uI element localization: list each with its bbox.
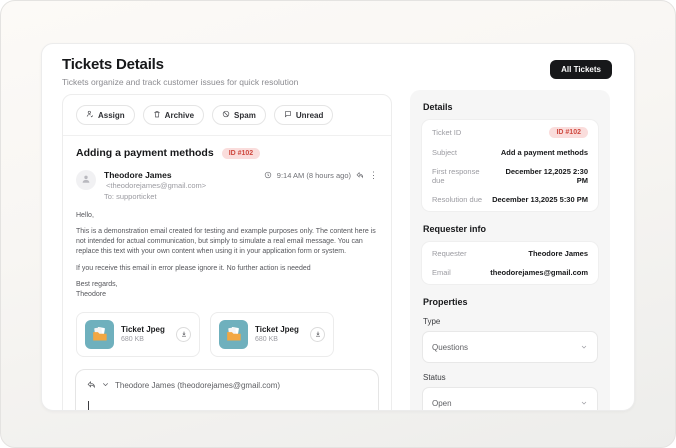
properties-heading: Properties <box>423 297 598 307</box>
spam-button[interactable]: Spam <box>212 105 266 125</box>
reply-icon[interactable] <box>356 171 364 181</box>
assign-label: Assign <box>98 111 125 120</box>
row-value: Add a payment methods <box>501 148 588 157</box>
ticket-id-badge: ID #102 <box>549 127 588 138</box>
detail-row-resolution-due: Resolution due December 13,2025 5:30 PM <box>422 190 598 209</box>
requester-row-name: Requester Theodore James <box>422 244 598 263</box>
download-button[interactable] <box>310 327 325 342</box>
email-thread-card: Assign Archive Spam Unread Adding a paym… <box>62 94 392 411</box>
status-label: Status <box>423 373 597 382</box>
requester-info-heading: Requester info <box>423 224 598 234</box>
download-button[interactable] <box>176 327 191 342</box>
status-select[interactable]: Open <box>422 387 598 411</box>
more-menu-icon[interactable]: ⋮ <box>369 170 378 181</box>
body-paragraph-2: If you receive this email in error pleas… <box>76 264 378 274</box>
attachment-card[interactable]: Ticket Jpeg 680 KB <box>210 312 334 357</box>
email-subject: Adding a payment methods <box>76 147 214 159</box>
clock-icon <box>264 171 272 181</box>
type-select[interactable]: Questions <box>422 331 598 363</box>
body-greeting: Hello, <box>76 211 378 221</box>
tickets-details-card: Tickets Details Tickets organize and tra… <box>41 43 635 411</box>
archive-button[interactable]: Archive <box>143 105 204 125</box>
app-frame: Tickets Details Tickets organize and tra… <box>0 0 676 448</box>
subject-row: Adding a payment methods ID #102 <box>63 136 391 161</box>
details-rows-card: Ticket ID ID #102 Subject Add a payment … <box>422 120 598 211</box>
sender-email: <theodorejames@gmail.com> <box>106 181 206 190</box>
folder-thumb-icon <box>219 320 248 349</box>
to-line: To: supporticket <box>104 192 264 201</box>
reply-composer[interactable]: Theodore James (theodorejames@gmail.com)… <box>75 369 379 411</box>
chevron-down-icon <box>580 394 588 411</box>
header-meta: 9:14 AM (8 hours ago) ⋮ <box>264 170 378 181</box>
requester-rows-card: Requester Theodore James Email theodorej… <box>422 242 598 284</box>
page-title: Tickets Details <box>62 56 164 73</box>
row-label: Subject <box>432 148 457 157</box>
body-signature: Theodore <box>76 290 378 300</box>
assign-icon <box>86 110 94 120</box>
row-value: December 13,2025 5:30 PM <box>492 195 588 204</box>
attachment-size: 680 KB <box>255 336 299 343</box>
body-signoff: Best regards, <box>76 280 378 290</box>
download-icon <box>314 325 322 343</box>
page-subtitle: Tickets organize and track customer issu… <box>62 77 298 87</box>
avatar <box>76 170 96 190</box>
reply-icon <box>87 380 96 391</box>
row-value: Theodore James <box>528 249 588 258</box>
details-side-panel: Details Ticket ID ID #102 Subject Add a … <box>410 90 610 411</box>
row-value: theodorejames@gmail.com <box>490 268 588 277</box>
chevron-down-icon <box>580 338 588 356</box>
sender-block: Theodore James <theodorejames@gmail.com>… <box>104 170 264 201</box>
email-body: Hello, This is a demonstration email cre… <box>63 203 391 300</box>
archive-icon <box>153 110 161 120</box>
detail-row-ticket-id: Ticket ID ID #102 <box>422 122 598 143</box>
unread-button[interactable]: Unread <box>274 105 334 125</box>
attachment-size: 680 KB <box>121 336 165 343</box>
chevron-down-icon[interactable] <box>101 380 110 391</box>
unread-icon <box>284 110 292 120</box>
person-icon <box>81 171 91 189</box>
unread-label: Unread <box>296 111 324 120</box>
download-icon <box>180 325 188 343</box>
attachment-name: Ticket Jpeg <box>255 325 299 334</box>
ticket-toolbar: Assign Archive Spam Unread <box>63 95 391 136</box>
sender-name: Theodore James <box>104 170 172 180</box>
row-value: December 12,2025 2:30 PM <box>493 167 588 185</box>
detail-row-subject: Subject Add a payment methods <box>422 143 598 162</box>
attachment-name: Ticket Jpeg <box>121 325 165 334</box>
requester-row-email: Email theodorejames@gmail.com <box>422 263 598 282</box>
type-value: Questions <box>432 343 468 352</box>
sender-line: Theodore James <theodorejames@gmail.com> <box>104 170 264 190</box>
folder-thumb-icon <box>85 320 114 349</box>
ticket-id-badge: ID #102 <box>222 148 261 159</box>
status-value: Open <box>432 399 452 408</box>
detail-row-first-response: First response due December 12,2025 2:30… <box>422 162 598 190</box>
email-header: Theodore James <theodorejames@gmail.com>… <box>63 161 391 203</box>
row-label: Resolution due <box>432 195 482 204</box>
email-timestamp: 9:14 AM (8 hours ago) <box>277 171 351 180</box>
attachments-row: Ticket Jpeg 680 KB Ticket Jpeg 680 KB <box>63 306 391 359</box>
text-caret <box>88 401 89 411</box>
assign-button[interactable]: Assign <box>76 105 135 125</box>
spam-icon <box>222 110 230 120</box>
attachment-info: Ticket Jpeg 680 KB <box>255 325 299 343</box>
attachment-info: Ticket Jpeg 680 KB <box>121 325 165 343</box>
body-paragraph-1: This is a demonstration email created fo… <box>76 227 378 257</box>
row-label: Requester <box>432 249 467 258</box>
row-label: Email <box>432 268 451 277</box>
details-heading: Details <box>423 102 598 112</box>
row-label: Ticket ID <box>432 128 461 137</box>
type-label: Type <box>423 317 597 326</box>
all-tickets-button[interactable]: All Tickets <box>550 60 612 79</box>
spam-label: Spam <box>234 111 256 120</box>
composer-from: Theodore James (theodorejames@gmail.com) <box>115 381 280 390</box>
composer-from-row: Theodore James (theodorejames@gmail.com) <box>87 380 367 391</box>
archive-label: Archive <box>165 111 194 120</box>
attachment-card[interactable]: Ticket Jpeg 680 KB <box>76 312 200 357</box>
row-label: First response due <box>432 167 493 185</box>
